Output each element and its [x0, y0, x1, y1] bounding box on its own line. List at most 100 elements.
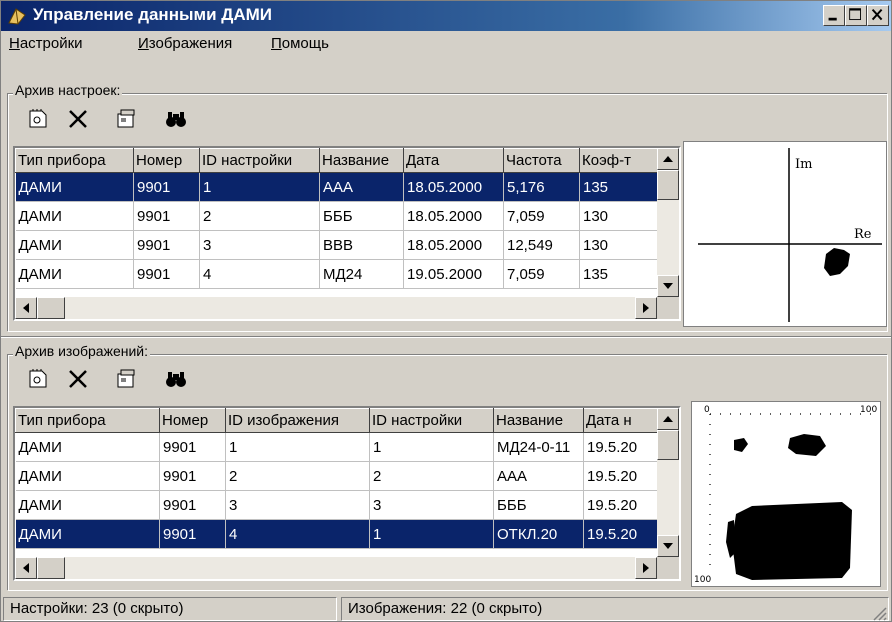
images-table[interactable]: Тип прибора Номер ID изображения ID наст… — [13, 406, 681, 581]
scroll-thumb[interactable] — [657, 430, 679, 460]
scroll-right-button[interactable] — [635, 557, 657, 579]
menu-settings[interactable]: Настройки — [9, 35, 83, 52]
column-header[interactable]: Тип прибора — [15, 148, 134, 173]
column-header[interactable]: ID изображения — [225, 408, 370, 433]
scroll-thumb[interactable] — [657, 170, 679, 200]
settings-preview-plot: Im Re — [683, 141, 887, 327]
table-cell: 1 — [225, 432, 370, 462]
table-row[interactable]: ДАМИ 9901 4 МД24 19.05.2000 7,059 135 — [15, 259, 660, 289]
settings-horizontal-scrollbar[interactable] — [15, 297, 657, 319]
arrow-down-icon — [663, 283, 673, 289]
column-header[interactable]: Коэф-т — [579, 148, 660, 173]
table-cell: 9901 — [133, 230, 200, 260]
images-delete-button[interactable] — [63, 365, 93, 393]
images-horizontal-scrollbar[interactable] — [15, 557, 657, 579]
table-cell: ДАМИ — [15, 230, 134, 260]
splitter[interactable] — [1, 336, 891, 338]
table-row[interactable]: ДАМИ 9901 1 1 МД24-0-11 19.5.20 — [15, 432, 658, 462]
properties-icon — [117, 109, 135, 128]
menu-images[interactable]: Изображения — [138, 35, 232, 52]
table-cell: ДАМИ — [15, 461, 160, 491]
table-cell: 9901 — [133, 172, 200, 202]
images-vertical-scrollbar[interactable] — [657, 408, 679, 557]
settings-vertical-scrollbar[interactable] — [657, 148, 679, 297]
scroll-down-button[interactable] — [657, 275, 679, 297]
scroll-right-button[interactable] — [635, 297, 657, 319]
table-cell: ААА — [493, 461, 584, 491]
column-header[interactable]: ID настройки — [369, 408, 494, 433]
maximize-button[interactable] — [845, 5, 867, 26]
column-header[interactable]: ID настройки — [199, 148, 320, 173]
table-row[interactable]: ДАМИ 9901 3 3 БББ 19.5.20 — [15, 490, 658, 520]
table-cell: БББ — [319, 201, 404, 231]
table-cell: 3 — [369, 490, 494, 520]
column-header[interactable]: Название — [319, 148, 404, 173]
scan-blob — [734, 438, 748, 452]
table-cell: 130 — [579, 230, 660, 260]
table-row[interactable]: ДАМИ 9901 4 1 ОТКЛ.20 19.5.20 — [15, 519, 658, 549]
title-bar[interactable]: Управление данными ДАМИ — [1, 1, 891, 31]
images-properties-button[interactable] — [111, 365, 141, 393]
close-button[interactable] — [867, 5, 889, 26]
table-cell: 1 — [369, 519, 494, 549]
status-bar: Настройки: 23 (0 скрыто) Изображения: 22… — [1, 595, 891, 622]
table-cell: 9901 — [133, 259, 200, 289]
scan-image: 0 100 100 — [694, 405, 877, 585]
table-cell: ДАМИ — [15, 201, 134, 231]
table-cell: 7,059 — [503, 201, 580, 231]
minimize-button[interactable] — [823, 5, 845, 26]
arrow-right-icon — [643, 303, 649, 313]
table-cell: 4 — [199, 259, 320, 289]
delete-icon — [69, 370, 87, 388]
scroll-down-button[interactable] — [657, 535, 679, 557]
signal-blob — [824, 248, 850, 276]
settings-archive-label: Архив настроек: — [13, 82, 123, 98]
column-header[interactable]: Частота — [503, 148, 580, 173]
column-header[interactable]: Тип прибора — [15, 408, 160, 433]
table-cell: 18.05.2000 — [403, 230, 504, 260]
table-cell: ДАМИ — [15, 172, 134, 202]
images-new-button[interactable] — [23, 365, 53, 393]
table-cell: 9901 — [159, 432, 226, 462]
arrow-down-icon — [663, 543, 673, 549]
table-cell: 12,549 — [503, 230, 580, 260]
column-header[interactable]: Дата — [403, 148, 504, 173]
table-cell: ДАМИ — [15, 490, 160, 520]
column-header[interactable]: Название — [493, 408, 584, 433]
table-cell: МД24 — [319, 259, 404, 289]
table-cell: 9901 — [159, 461, 226, 491]
scroll-left-button[interactable] — [15, 297, 37, 319]
scale-max-label: 100 — [860, 405, 877, 415]
window-title: Управление данными ДАМИ — [33, 5, 273, 24]
arrow-left-icon — [23, 563, 29, 573]
scroll-up-button[interactable] — [657, 148, 679, 170]
images-find-button[interactable] — [161, 365, 191, 393]
table-cell: ДАМИ — [15, 432, 160, 462]
scroll-corner — [657, 557, 679, 579]
table-cell: 135 — [579, 172, 660, 202]
settings-find-button[interactable] — [161, 105, 191, 133]
settings-table[interactable]: Тип прибора Номер ID настройки Название … — [13, 146, 681, 321]
scroll-thumb[interactable] — [37, 297, 65, 319]
properties-icon — [117, 369, 135, 388]
settings-delete-button[interactable] — [63, 105, 93, 133]
table-row[interactable]: ДАМИ 9901 2 2 ААА 19.5.20 — [15, 461, 658, 491]
column-header[interactable]: Номер — [159, 408, 226, 433]
arrow-left-icon — [23, 303, 29, 313]
settings-properties-button[interactable] — [111, 105, 141, 133]
app-icon — [8, 8, 26, 25]
table-row[interactable]: ДАМИ 9901 3 ВВВ 18.05.2000 12,549 130 — [15, 230, 660, 260]
table-cell: 3 — [225, 490, 370, 520]
column-header[interactable]: Дата н — [583, 408, 658, 433]
menu-help[interactable]: Помощь — [271, 35, 329, 52]
resize-grip-icon[interactable] — [869, 603, 887, 621]
table-row[interactable]: ДАМИ 9901 1 ААА 18.05.2000 5,176 135 — [15, 172, 660, 202]
status-images: Изображения: 22 (0 скрыто) — [341, 597, 889, 621]
column-header[interactable]: Номер — [133, 148, 200, 173]
settings-new-button[interactable] — [23, 105, 53, 133]
table-row[interactable]: ДАМИ 9901 2 БББ 18.05.2000 7,059 130 — [15, 201, 660, 231]
scroll-left-button[interactable] — [15, 557, 37, 579]
images-archive-label: Архив изображений: — [13, 343, 150, 359]
scroll-thumb[interactable] — [37, 557, 65, 579]
scroll-up-button[interactable] — [657, 408, 679, 430]
